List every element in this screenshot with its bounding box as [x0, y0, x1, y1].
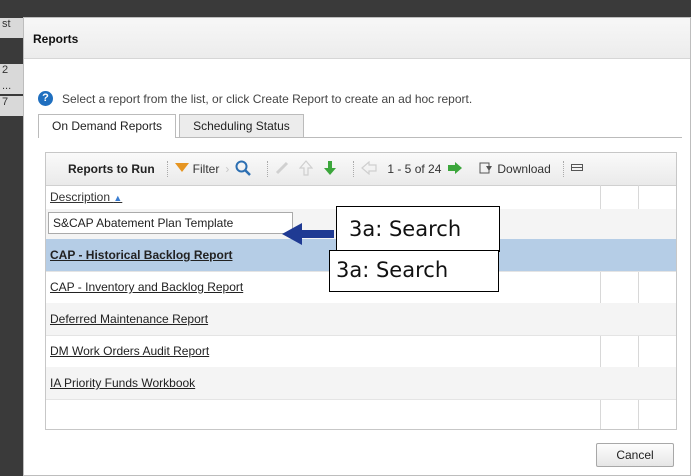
report-link[interactable]: DM Work Orders Audit Report	[50, 344, 209, 358]
edit-button[interactable]	[275, 161, 293, 178]
toolbar-divider	[267, 161, 269, 177]
toolbar-title: Reports to Run	[68, 162, 155, 176]
tab-on-demand-reports[interactable]: On Demand Reports	[38, 114, 177, 138]
arrow-up-icon	[299, 159, 314, 179]
chevron-right-icon: ›	[225, 162, 230, 176]
annotation-callout-search-duplicate: 3a: Search	[329, 250, 499, 292]
filter-label: Filter	[192, 162, 220, 176]
table-row[interactable]: IA Priority Funds Workbook	[46, 367, 676, 400]
table-row[interactable]: DM Work Orders Audit Report	[46, 335, 676, 368]
annotation-arrow-icon	[282, 223, 334, 245]
next-page-button[interactable]	[447, 161, 467, 178]
help-icon: ?	[38, 91, 53, 106]
filter-button[interactable]: Filter	[174, 162, 220, 176]
toolbar-divider	[562, 161, 565, 177]
pencil-icon	[275, 161, 289, 178]
report-link[interactable]: CAP - Inventory and Backlog Report	[50, 280, 243, 294]
window-top-border	[0, 0, 691, 18]
download-label: Download	[497, 162, 551, 176]
download-button[interactable]: Download	[479, 162, 551, 177]
toolbar-divider	[166, 161, 169, 177]
menu-icon	[570, 162, 583, 176]
move-up-button[interactable]	[299, 159, 317, 179]
report-link[interactable]: CAP - Historical Backlog Report	[50, 248, 232, 262]
dialog-titlebar: Reports	[24, 18, 690, 59]
reports-toolbar: Reports to Run Filter › 1 - 5 of 24 Down…	[46, 153, 676, 186]
description-column-header[interactable]: Description ▲	[50, 190, 122, 204]
table-row[interactable]: Deferred Maintenance Report	[46, 303, 676, 336]
pagination-label: 1 - 5 of 24	[387, 162, 442, 176]
description-header-label: Description	[50, 190, 111, 204]
search-button[interactable]	[235, 160, 255, 179]
tab-scheduling-status[interactable]: Scheduling Status	[179, 114, 304, 137]
sort-ascending-icon: ▲	[113, 193, 123, 203]
toolbar-divider	[353, 161, 355, 177]
download-icon	[479, 162, 493, 177]
menu-button[interactable]	[570, 162, 583, 176]
info-message: ? Select a report from the list, or clic…	[38, 91, 472, 106]
annotation-callout-search: 3a: Search	[336, 206, 500, 252]
filter-icon	[174, 162, 189, 176]
search-icon	[235, 160, 252, 179]
expand-filter-button[interactable]: ›	[225, 162, 229, 176]
move-down-button[interactable]	[323, 160, 341, 179]
arrow-down-icon	[323, 160, 337, 179]
arrow-left-icon	[361, 160, 377, 178]
report-link[interactable]: IA Priority Funds Workbook	[50, 376, 195, 390]
search-input[interactable]: S&CAP Abatement Plan Template	[48, 212, 293, 234]
dialog-title: Reports	[33, 32, 79, 46]
tab-strip: On Demand Reports Scheduling Status	[38, 114, 307, 138]
cancel-button[interactable]: Cancel	[596, 443, 674, 467]
previous-page-button[interactable]	[361, 160, 381, 178]
arrow-right-icon	[447, 161, 463, 178]
info-text: Select a report from the list, or click …	[62, 91, 473, 106]
report-link[interactable]: Deferred Maintenance Report	[50, 312, 208, 326]
